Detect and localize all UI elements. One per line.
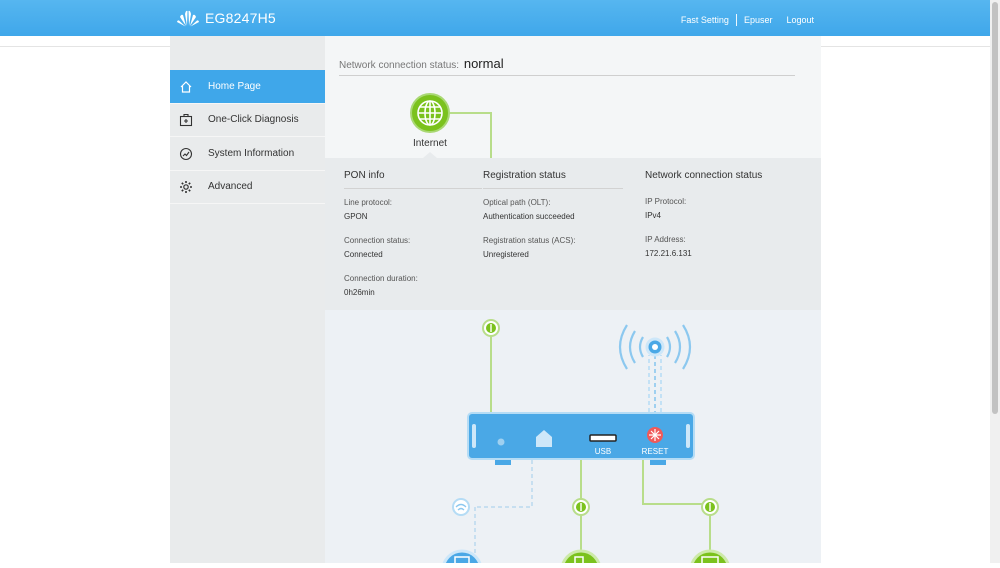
network-status-column: Network connection status IP Protocol: I… — [645, 170, 775, 258]
connection-duration-value: 0h26min — [344, 288, 375, 297]
network-status-title: Network connection status — [645, 170, 763, 181]
sidebar-item-advanced[interactable]: Advanced — [170, 170, 325, 204]
ip-address-label: IP Address: — [645, 235, 686, 244]
topology-svg: USB RESET — [441, 319, 731, 568]
reset-button-label: RESET — [642, 447, 669, 456]
internet-topology — [410, 93, 492, 158]
sidebar-item-label: System Information — [208, 148, 295, 159]
registration-status-column: Registration status Optical path (OLT): … — [483, 170, 643, 259]
info-panel: PON info Line protocol: GPON Connection … — [325, 158, 821, 310]
optical-path-label: Optical path (OLT): — [483, 198, 551, 207]
top-bar: EG8247H5 Fast Setting Epuser Logout — [0, 0, 990, 36]
line-protocol-value: GPON — [344, 212, 368, 221]
home-icon — [178, 79, 194, 95]
sidebar-item-label: One-Click Diagnosis — [208, 114, 299, 125]
brand: EG8247H5 — [176, 8, 276, 28]
wired-device-icon — [560, 549, 602, 568]
link-node-icon — [482, 319, 500, 337]
fast-setting-link[interactable]: Fast Setting — [681, 15, 729, 25]
connection-status-value: Connected — [344, 250, 383, 259]
brand-name: EG8247H5 — [205, 10, 276, 26]
acs-status-label: Registration status (ACS): — [483, 236, 576, 245]
main-content: Network connection status: normal Intern… — [325, 36, 821, 568]
connection-status-label: Connection status: — [344, 236, 411, 245]
huawei-logo-icon — [177, 10, 199, 27]
line-protocol-label: Line protocol: — [344, 198, 393, 207]
network-status-label: Network connection status: — [339, 60, 460, 71]
header-links: Fast Setting Epuser Logout — [681, 14, 814, 26]
wifi-signal-icon — [618, 324, 692, 412]
ip-address-value: 172.21.6.131 — [645, 249, 692, 258]
separator — [735, 14, 737, 26]
sidebar-item-system-information[interactable]: System Information — [170, 137, 325, 171]
link-node-icon — [572, 498, 590, 516]
pon-info-column: PON info Line protocol: GPON Connection … — [344, 170, 504, 297]
diagnosis-icon — [178, 112, 194, 128]
network-status-line: Network connection status: normal — [339, 56, 504, 71]
gauge-icon — [178, 146, 194, 162]
ip-protocol-label: IP Protocol: — [645, 197, 687, 206]
usb-port-label: USB — [595, 447, 611, 456]
pon-info-title: PON info — [344, 170, 482, 189]
sidebar-item-diagnosis[interactable]: One-Click Diagnosis — [170, 103, 325, 137]
sidebar-item-label: Advanced — [208, 181, 253, 192]
sidebar-item-home[interactable]: Home Page — [170, 70, 332, 104]
link-node-icon — [701, 498, 719, 516]
scrollbar[interactable] — [990, 0, 1000, 563]
sidebar-item-label: Home Page — [208, 81, 261, 92]
network-status-value: normal — [463, 56, 504, 71]
divider — [339, 75, 795, 76]
sidebar: Home Page One-Click Diagnosis System Inf… — [170, 36, 332, 563]
logout-link[interactable]: Logout — [786, 15, 814, 25]
gear-icon — [178, 179, 194, 195]
globe-icon — [410, 93, 450, 133]
scrollbar-thumb[interactable] — [992, 2, 998, 414]
internet-label: Internet — [413, 138, 447, 149]
device-diagram: USB RESET — [325, 310, 821, 568]
ip-protocol-value: IPv4 — [645, 211, 662, 220]
connection-duration-label: Connection duration: — [344, 274, 418, 283]
router-device-icon — [467, 412, 695, 465]
wifi-node-icon — [452, 498, 470, 516]
registration-status-title: Registration status — [483, 170, 623, 189]
acs-status-value: Unregistered — [483, 250, 529, 259]
wired-device-icon — [689, 549, 731, 568]
optical-path-value: Authentication succeeded — [483, 212, 575, 221]
user-link[interactable]: Epuser — [744, 15, 773, 25]
